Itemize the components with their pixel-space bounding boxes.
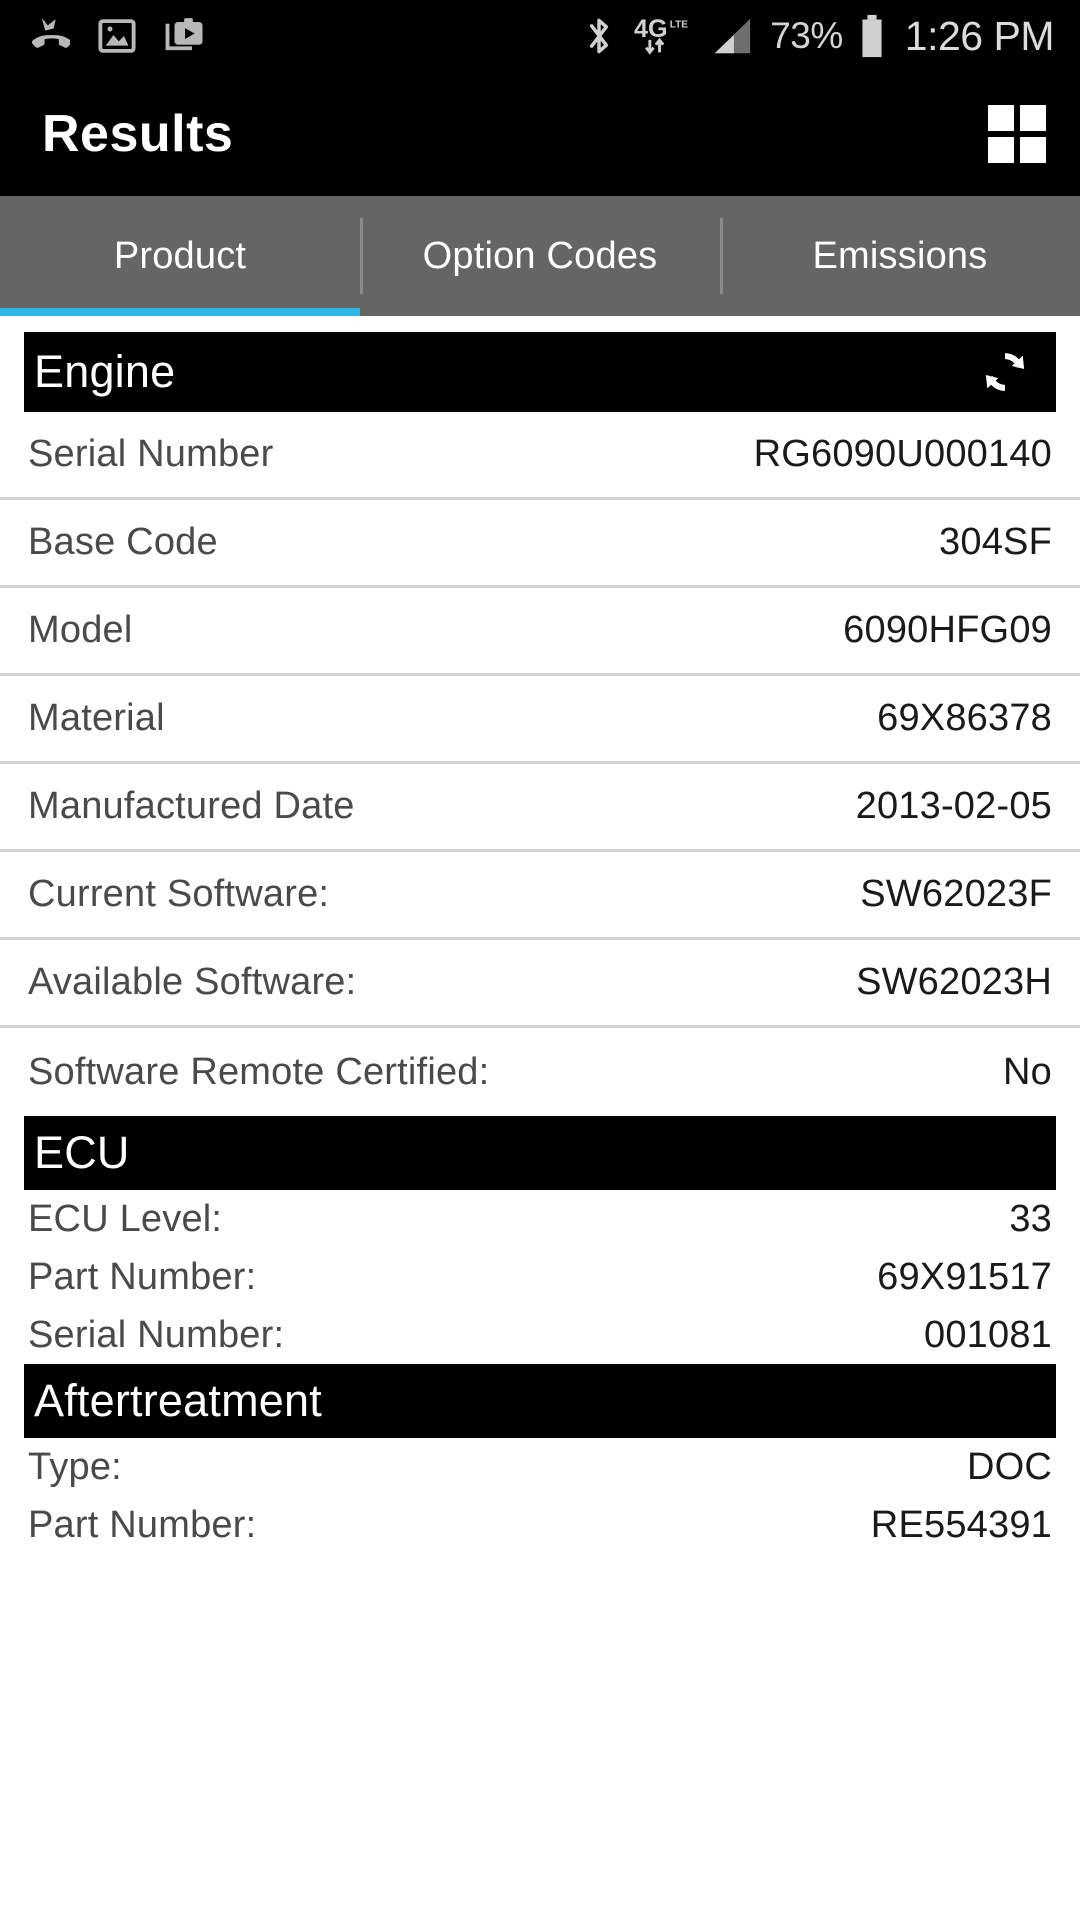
screenshot-icon bbox=[96, 15, 138, 57]
status-bar-clock: 1:26 PM bbox=[904, 12, 1055, 59]
row-label: Model bbox=[28, 609, 133, 651]
row-value: SW62023H bbox=[856, 961, 1052, 1003]
battery-icon bbox=[859, 13, 885, 59]
svg-text:LTE: LTE bbox=[670, 19, 689, 30]
section-title: ECU bbox=[34, 1127, 130, 1178]
section-title: Engine bbox=[34, 346, 176, 397]
table-row: Serial Number RG6090U000140 bbox=[0, 412, 1080, 500]
tab-bar: Product Option Codes Emissions bbox=[0, 196, 1080, 316]
section-header-ecu: ECU bbox=[24, 1116, 1056, 1190]
grid-cell bbox=[988, 137, 1014, 163]
row-value: 304SF bbox=[939, 521, 1052, 563]
media-player-icon bbox=[164, 15, 206, 57]
row-value: 001081 bbox=[923, 1313, 1052, 1356]
row-label: Part Number: bbox=[28, 1503, 257, 1546]
table-row: Part Number: RE554391 bbox=[0, 1496, 1080, 1554]
row-label: Available Software: bbox=[28, 961, 357, 1003]
missed-call-icon bbox=[26, 14, 70, 58]
app-title-bar: Results bbox=[0, 72, 1080, 196]
tab-label: Option Codes bbox=[422, 234, 658, 277]
table-row: Base Code 304SF bbox=[0, 500, 1080, 588]
row-label: Type: bbox=[28, 1445, 122, 1488]
table-row: Type: DOC bbox=[0, 1438, 1080, 1496]
bluetooth-icon bbox=[580, 14, 618, 58]
signal-bars-icon bbox=[708, 13, 754, 59]
row-label: Base Code bbox=[28, 521, 218, 563]
row-value: RG6090U000140 bbox=[753, 433, 1052, 475]
table-row: Software Remote Certified: No bbox=[0, 1028, 1080, 1116]
status-bar-right-icons: 4G LTE 73% 1:26 PM bbox=[580, 12, 1055, 60]
grid-cell bbox=[1020, 105, 1046, 131]
row-value: DOC bbox=[966, 1445, 1052, 1488]
row-label: ECU Level: bbox=[28, 1197, 223, 1240]
row-value: RE554391 bbox=[870, 1503, 1052, 1546]
row-value: No bbox=[1003, 1050, 1052, 1093]
row-label: Current Software: bbox=[28, 873, 330, 915]
row-label: Part Number: bbox=[28, 1255, 257, 1298]
table-row: ECU Level: 33 bbox=[0, 1190, 1080, 1248]
page-title: Results bbox=[42, 105, 234, 163]
row-value: 2013-02-05 bbox=[855, 785, 1052, 827]
row-value: 69X91517 bbox=[877, 1255, 1052, 1298]
table-row: Material 69X86378 bbox=[0, 676, 1080, 764]
table-row: Available Software: SW62023H bbox=[0, 940, 1080, 1028]
table-row: Manufactured Date 2013-02-05 bbox=[0, 764, 1080, 852]
row-value: SW62023F bbox=[860, 873, 1052, 915]
table-row: Serial Number: 001081 bbox=[0, 1306, 1080, 1364]
results-content: Engine Serial Number RG6090U000140 Base … bbox=[0, 316, 1080, 1554]
row-label: Serial Number: bbox=[28, 1313, 285, 1356]
status-bar-left-icons bbox=[26, 14, 206, 58]
section-title: Aftertreatment bbox=[34, 1375, 322, 1426]
table-row: Current Software: SW62023F bbox=[0, 852, 1080, 940]
battery-percent-label: 73% bbox=[770, 15, 843, 56]
table-row: Model 6090HFG09 bbox=[0, 588, 1080, 676]
row-label: Material bbox=[28, 697, 165, 739]
row-label: Serial Number bbox=[28, 433, 274, 475]
tab-product[interactable]: Product bbox=[0, 196, 360, 316]
grid-cell bbox=[1020, 137, 1046, 163]
refresh-icon[interactable] bbox=[976, 343, 1034, 401]
tab-option-codes[interactable]: Option Codes bbox=[360, 196, 720, 316]
section-header-aftertreatment: Aftertreatment bbox=[24, 1364, 1056, 1438]
row-label: Manufactured Date bbox=[28, 785, 355, 827]
row-value: 6090HFG09 bbox=[843, 609, 1052, 651]
grid-view-icon[interactable] bbox=[988, 105, 1046, 163]
row-label: Software Remote Certified: bbox=[28, 1050, 490, 1093]
tab-label: Emissions bbox=[812, 234, 988, 277]
table-row: Part Number: 69X91517 bbox=[0, 1248, 1080, 1306]
status-bar: 4G LTE 73% 1:26 PM bbox=[0, 0, 1080, 72]
tab-emissions[interactable]: Emissions bbox=[720, 196, 1080, 316]
tab-label: Product bbox=[113, 234, 247, 277]
grid-cell bbox=[988, 105, 1014, 131]
network-4g-lte-icon: 4G LTE bbox=[634, 12, 692, 60]
section-header-engine: Engine bbox=[24, 332, 1056, 412]
row-value: 69X86378 bbox=[877, 697, 1052, 739]
svg-text:4G: 4G bbox=[634, 15, 668, 43]
row-value: 33 bbox=[1009, 1197, 1052, 1240]
